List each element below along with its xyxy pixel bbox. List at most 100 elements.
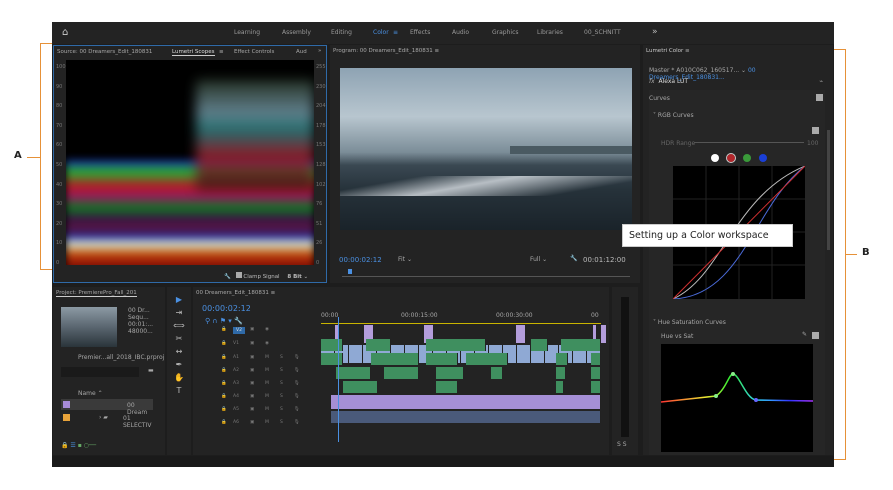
- more-workspaces-button[interactable]: »: [652, 27, 658, 37]
- panel-menu-icon[interactable]: ≡: [434, 48, 439, 54]
- workspace-tab[interactable]: Libraries: [537, 29, 563, 36]
- track-header[interactable]: 🔒 V2 ▣ ◉: [193, 327, 318, 338]
- curve-channel-button[interactable]: [726, 153, 736, 163]
- video-clip-v2[interactable]: [601, 325, 607, 343]
- track-header[interactable]: 🔒 V1 ▣ ◉: [193, 341, 318, 352]
- meter-solo[interactable]: S: [623, 441, 627, 448]
- audio-clip[interactable]: [426, 353, 458, 365]
- mic-icon[interactable]: 🎙: [294, 355, 300, 360]
- fit-select[interactable]: Fit ⌄: [398, 256, 412, 263]
- sync-icon[interactable]: ▣: [250, 381, 254, 386]
- track-label[interactable]: A4: [233, 394, 239, 399]
- track-header[interactable]: 🔒 A5 ▣ M S 🎙: [193, 407, 318, 418]
- lock-icon[interactable]: 🔒: [221, 355, 227, 360]
- chevron-down-icon[interactable]: ⌄: [304, 274, 309, 280]
- meter-solo[interactable]: S: [617, 441, 621, 448]
- hue-vs-sat-graph[interactable]: [661, 344, 813, 452]
- track-label[interactable]: V1: [233, 341, 239, 346]
- audio-clip[interactable]: [466, 353, 508, 365]
- project-item[interactable]: › ▰ 01 SELECTIV: [61, 412, 153, 429]
- workspace-tab[interactable]: Editing: [331, 29, 352, 36]
- overflow-icon[interactable]: »: [318, 48, 321, 54]
- audio-clip[interactable]: [426, 339, 486, 351]
- project-search-input[interactable]: [61, 367, 139, 377]
- curves-section[interactable]: Curves: [649, 95, 670, 102]
- eye-icon[interactable]: ◉: [265, 327, 269, 332]
- mic-icon[interactable]: 🎙: [294, 407, 300, 412]
- rgb-curves-checkbox[interactable]: [812, 127, 819, 134]
- audio-clip-a6[interactable]: [331, 411, 601, 423]
- solo-button[interactable]: S: [280, 407, 283, 412]
- audio-clip[interactable]: [384, 367, 419, 379]
- timeline-clips[interactable]: [321, 325, 607, 443]
- audio-clip-a5[interactable]: [331, 395, 601, 409]
- mute-button[interactable]: M: [265, 368, 269, 373]
- tab-lumetri-scopes[interactable]: Lumetri Scopes: [172, 49, 215, 56]
- slip-tool-icon[interactable]: ↔: [176, 347, 183, 356]
- sync-icon[interactable]: ▣: [250, 420, 254, 425]
- lock-icon[interactable]: 🔒: [221, 368, 227, 373]
- lock-icon[interactable]: 🔒: [221, 394, 227, 399]
- timeline-ruler[interactable]: 00:00 00:00:15:00 00:00:30:00 00: [321, 310, 601, 324]
- audio-clip[interactable]: [321, 353, 343, 365]
- audio-clip[interactable]: [436, 381, 458, 393]
- mute-button[interactable]: M: [265, 420, 269, 425]
- curves-enable-checkbox[interactable]: [816, 94, 823, 101]
- lumetri-scrollbar[interactable]: [827, 130, 830, 250]
- razor-tool-icon[interactable]: ✂: [176, 334, 183, 343]
- curve-channel-button[interactable]: [743, 154, 751, 162]
- audio-clip[interactable]: [556, 353, 568, 365]
- track-label[interactable]: V2: [233, 327, 245, 334]
- bit-depth-select[interactable]: 8 Bit: [287, 274, 301, 280]
- workspace-tab[interactable]: Assembly: [282, 29, 311, 36]
- tab-source[interactable]: Source: 00 Dreamers_Edit_180831: [57, 49, 152, 55]
- program-timecode[interactable]: 00:00:02:12: [339, 256, 382, 264]
- selection-tool-icon[interactable]: ▶: [176, 295, 182, 304]
- reset-icon[interactable]: ⌁: [819, 78, 823, 85]
- curve-channel-button[interactable]: [759, 154, 767, 162]
- track-label[interactable]: A5: [233, 407, 239, 412]
- hue-sat-section[interactable]: ˅ Hue Saturation Curves: [653, 319, 726, 326]
- sync-icon[interactable]: ▣: [250, 407, 254, 412]
- audio-clip[interactable]: [336, 367, 371, 379]
- track-label[interactable]: A1: [233, 355, 239, 360]
- mic-icon[interactable]: 🎙: [294, 394, 300, 399]
- lock-icon[interactable]: 🔒: [221, 381, 227, 386]
- settings-wrench-icon[interactable]: 🔧: [570, 255, 577, 262]
- home-icon[interactable]: ⌂: [62, 27, 68, 38]
- workspace-tab[interactable]: Graphics: [492, 29, 519, 36]
- panel-menu-icon[interactable]: ≡: [219, 49, 224, 55]
- sync-icon[interactable]: ▣: [250, 341, 254, 346]
- pen-tool-icon[interactable]: ✒: [176, 360, 183, 369]
- mute-button[interactable]: M: [265, 381, 269, 386]
- sync-icon[interactable]: ▣: [250, 368, 254, 373]
- master-clip[interactable]: Master * A010C062_160517...: [649, 67, 739, 74]
- audio-clip[interactable]: [343, 381, 378, 393]
- video-clip-v2[interactable]: [516, 325, 526, 343]
- mute-button[interactable]: M: [265, 407, 269, 412]
- mic-icon[interactable]: 🎙: [294, 381, 300, 386]
- ripple-edit-icon[interactable]: ⟺: [173, 321, 184, 330]
- timeline-playhead[interactable]: [338, 317, 339, 442]
- wrench-icon[interactable]: 🔧: [224, 274, 231, 280]
- solo-button[interactable]: S: [280, 368, 283, 373]
- hdr-range-slider[interactable]: [694, 142, 804, 143]
- track-select-icon[interactable]: ⇥: [176, 308, 183, 317]
- audio-clip[interactable]: [591, 353, 601, 365]
- audio-clip[interactable]: [321, 339, 343, 351]
- tab-audio[interactable]: Aud: [296, 49, 307, 55]
- lock-icon[interactable]: 🔒: [221, 420, 227, 425]
- track-header[interactable]: 🔒 A6 ▣ M S 🎙: [193, 420, 318, 431]
- timeline-timecode[interactable]: 00:00:02:12: [202, 304, 251, 313]
- project-title[interactable]: Project: PremierePro_Fall_201: [56, 290, 137, 297]
- solo-button[interactable]: S: [280, 394, 283, 399]
- workspace-tab[interactable]: Audio: [452, 29, 469, 36]
- track-header[interactable]: 🔒 A3 ▣ M S 🎙: [193, 381, 318, 392]
- program-scrubber[interactable]: [342, 269, 630, 277]
- effect-select[interactable]: Alexa LUT: [659, 78, 689, 85]
- audio-clip[interactable]: [531, 339, 548, 351]
- playhead[interactable]: [347, 269, 352, 274]
- eyedropper-icon[interactable]: ✎: [802, 331, 807, 338]
- clamp-signal-checkbox[interactable]: [235, 272, 242, 278]
- track-label[interactable]: A6: [233, 420, 239, 425]
